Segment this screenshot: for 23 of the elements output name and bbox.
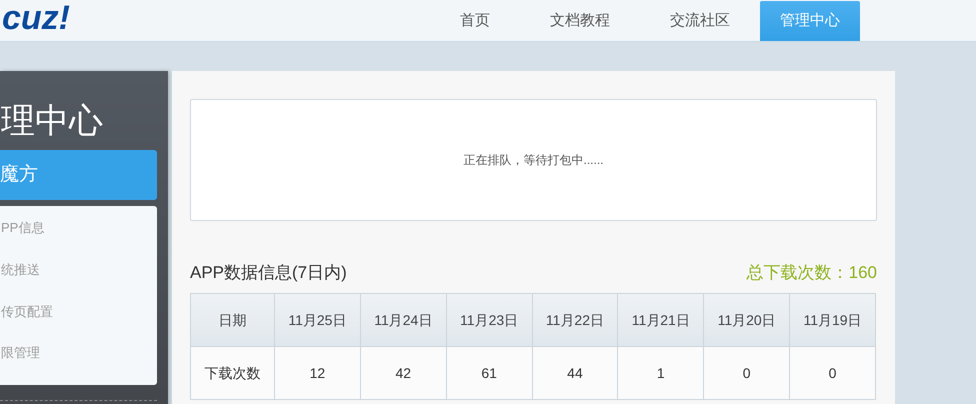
table-cell: 42	[360, 346, 446, 400]
sidebar-title: 理中心	[0, 101, 104, 141]
sidebar-item[interactable]: 传页配置	[0, 302, 157, 344]
nav-tab[interactable]: 首页	[432, 1, 518, 41]
stats-title: APP数据信息(7日内)	[190, 262, 347, 284]
sidebar-item[interactable]: 限管理	[0, 343, 157, 385]
table-cell: 0	[704, 346, 790, 400]
table-header-cell: 日期	[190, 294, 274, 346]
nav-tab[interactable]: 交流社区	[642, 1, 758, 41]
status-message: 正在排队，等待打包中......	[463, 152, 604, 169]
table-cell: 1	[618, 346, 704, 400]
nav-tab[interactable]: 文档教程	[522, 1, 638, 41]
table-cell: 12	[274, 346, 360, 400]
table-cell: 61	[446, 346, 532, 400]
nav-tab[interactable]: 管理中心	[760, 1, 860, 41]
logo[interactable]: cuz!	[0, 1, 74, 35]
total-downloads: 总下载次数：160	[746, 262, 877, 284]
sidebar-item[interactable]: 统推送	[0, 260, 157, 302]
sidebar-section-button[interactable]: 魔方	[0, 150, 157, 200]
table-cell: 44	[532, 346, 618, 400]
table-cell: 下载次数	[190, 346, 274, 400]
sidebar-item[interactable]: PP信息	[0, 218, 157, 260]
table-cell: 0	[790, 346, 876, 400]
